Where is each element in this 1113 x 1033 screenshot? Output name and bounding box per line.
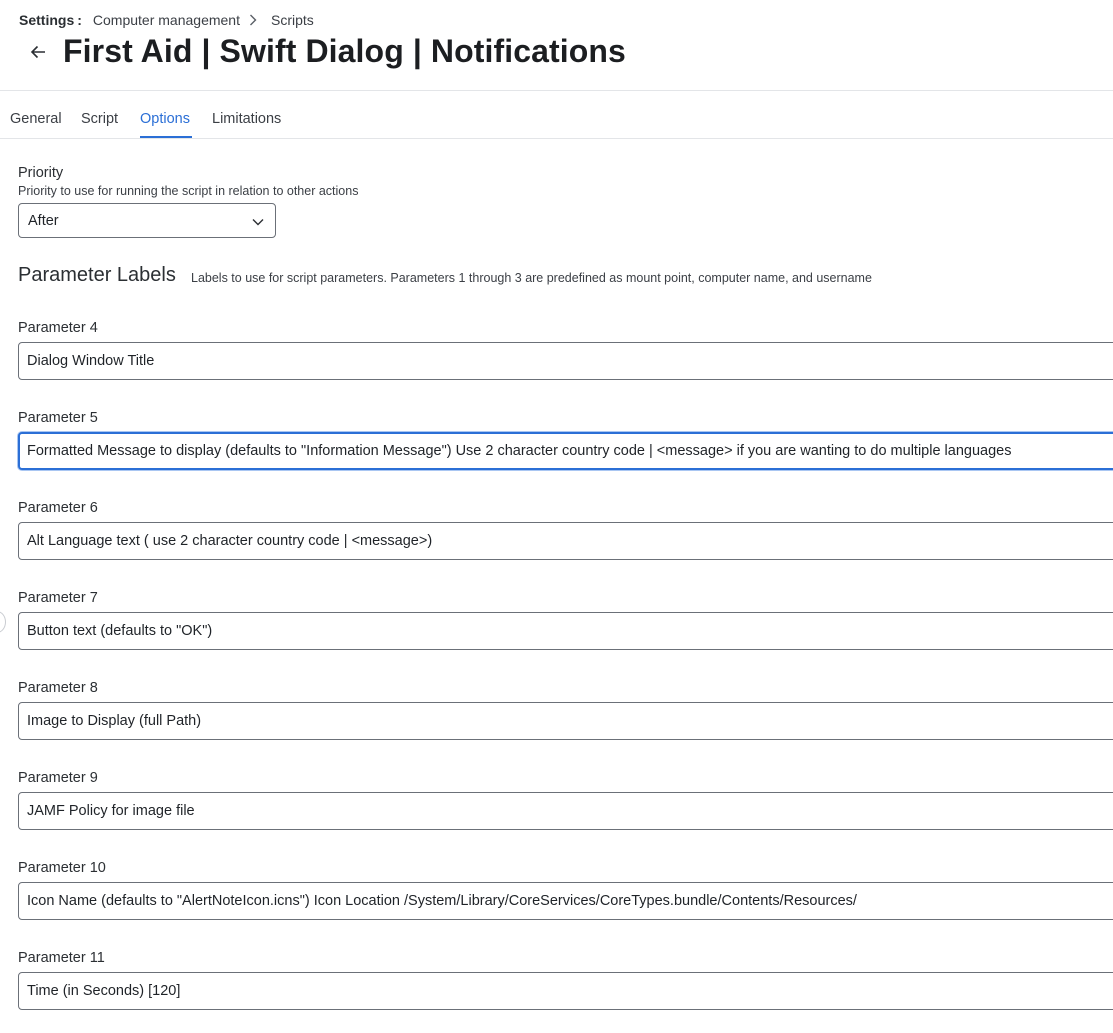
page-header: Settings : Computer management Scripts F… xyxy=(0,0,1113,91)
page-title: First Aid | Swift Dialog | Notifications xyxy=(63,33,626,69)
chevron-down-icon xyxy=(252,219,264,226)
tab-options[interactable]: Options xyxy=(140,111,190,127)
chevron-right-icon xyxy=(249,14,257,26)
parameter-5-label: Parameter 5 xyxy=(18,410,98,426)
priority-select[interactable]: After xyxy=(18,203,276,238)
active-tab-indicator xyxy=(140,136,192,138)
parameter-10-label: Parameter 10 xyxy=(18,860,106,876)
priority-label: Priority xyxy=(18,165,64,181)
parameter-9-label: Parameter 9 xyxy=(18,770,98,786)
parameter-6-label: Parameter 6 xyxy=(18,500,98,516)
back-button[interactable] xyxy=(27,41,49,63)
parameter-11-label: Parameter 11 xyxy=(18,950,105,966)
parameter-6-input[interactable] xyxy=(18,522,1113,560)
parameter-4-label: Parameter 4 xyxy=(18,320,98,336)
breadcrumb-item-scripts[interactable]: Scripts xyxy=(271,12,314,28)
side-panel-handle[interactable] xyxy=(0,611,6,633)
tab-script[interactable]: Script xyxy=(81,111,118,127)
parameter-9-input[interactable] xyxy=(18,792,1113,830)
parameter-10-input[interactable] xyxy=(18,882,1113,920)
parameter-labels-description: Labels to use for script parameters. Par… xyxy=(191,271,872,285)
breadcrumb-item-computer-management[interactable]: Computer management xyxy=(93,12,240,28)
tab-limitations[interactable]: Limitations xyxy=(212,111,281,127)
arrow-left-icon xyxy=(30,45,45,59)
parameter-7-input[interactable] xyxy=(18,612,1113,650)
parameter-8-input[interactable] xyxy=(18,702,1113,740)
tab-general[interactable]: General xyxy=(10,111,62,127)
parameter-8-label: Parameter 8 xyxy=(18,680,98,696)
breadcrumb-root[interactable]: Settings xyxy=(19,12,74,28)
priority-select-value: After xyxy=(28,213,59,229)
breadcrumb: Settings : Computer management Scripts xyxy=(19,11,314,29)
tab-bar: General Script Options Limitations xyxy=(0,91,1113,139)
breadcrumb-colon: : xyxy=(77,12,82,28)
priority-help-text: Priority to use for running the script i… xyxy=(18,184,359,198)
parameter-labels-title: Parameter Labels xyxy=(18,264,176,286)
parameter-11-input[interactable] xyxy=(18,972,1113,1010)
parameter-4-input[interactable] xyxy=(18,342,1113,380)
parameter-7-label: Parameter 7 xyxy=(18,590,98,606)
parameter-5-input[interactable] xyxy=(18,432,1113,470)
